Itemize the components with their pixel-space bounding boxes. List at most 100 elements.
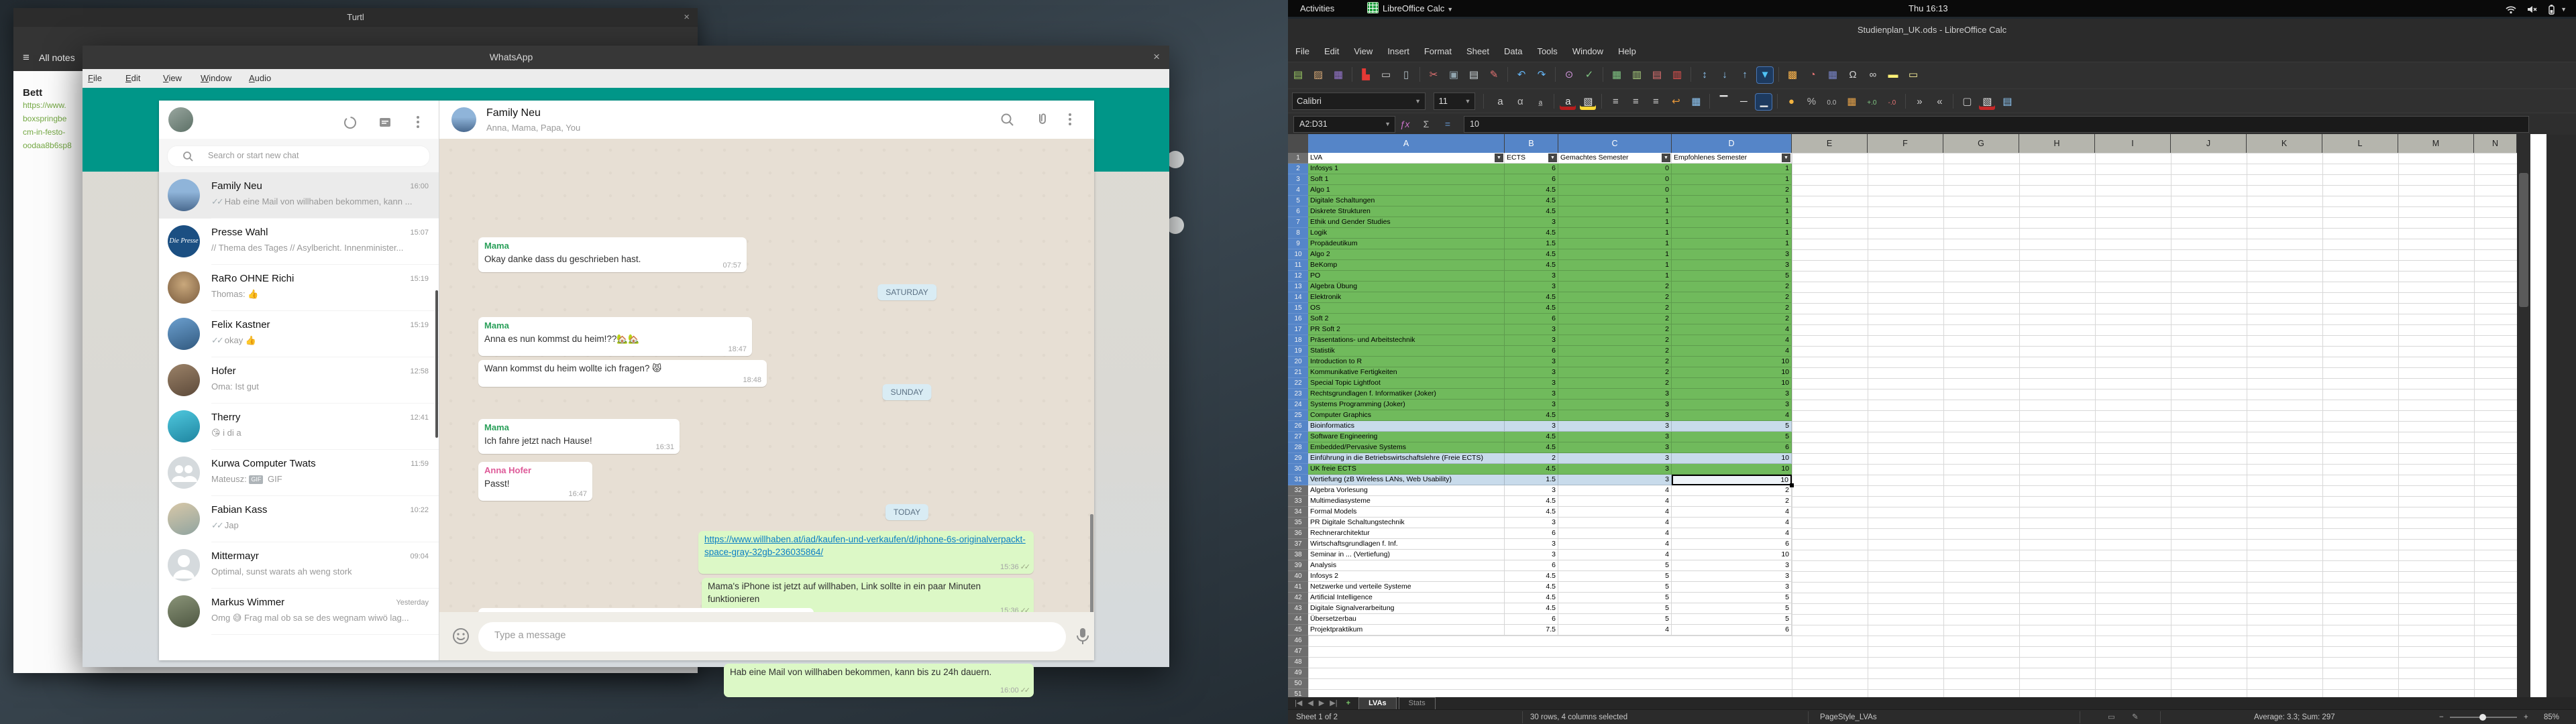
insert-row-icon[interactable]: ▤: [1649, 67, 1665, 83]
sheet-nav-button[interactable]: ▶: [1316, 697, 1327, 709]
cell[interactable]: PR Digitale Schaltungstechnik: [1308, 518, 1505, 528]
column-header-B[interactable]: B: [1505, 134, 1558, 153]
cell[interactable]: Diskrete Strukturen: [1308, 206, 1505, 217]
row-header-50[interactable]: 50: [1288, 678, 1308, 689]
menu-edit[interactable]: Edit: [125, 69, 140, 88]
formula-input[interactable]: 10: [1464, 116, 2529, 133]
cell[interactable]: 4: [1558, 550, 1672, 560]
chat-row-family-neu[interactable]: Family Neu16:00✓✓Hab eine Mail von willh…: [159, 172, 439, 219]
menu-help[interactable]: Help: [1611, 42, 1644, 62]
cell[interactable]: 3: [1505, 550, 1558, 560]
percent-icon[interactable]: %: [1803, 94, 1819, 110]
cell[interactable]: Soft 1: [1308, 174, 1505, 185]
background-color-icon[interactable]: ▧: [1979, 94, 1995, 110]
currency-icon[interactable]: ●: [1783, 94, 1799, 110]
cell[interactable]: 1: [1558, 196, 1672, 206]
clock[interactable]: Thu 16:13: [1909, 0, 1948, 17]
column-header-F[interactable]: F: [1868, 134, 1943, 153]
insert-chart-icon[interactable]: ◔: [1805, 67, 1821, 83]
cell[interactable]: Algebra Vorlesung: [1308, 485, 1505, 496]
open-icon[interactable]: ▨: [1310, 67, 1326, 83]
menu-kebab-icon[interactable]: [417, 114, 419, 130]
cell[interactable]: 3: [1672, 560, 1792, 571]
clone-formatting-icon[interactable]: ✎: [1486, 67, 1502, 83]
cell[interactable]: Rechnerarchitektur: [1308, 528, 1505, 539]
cell[interactable]: 1: [1558, 239, 1672, 249]
cell[interactable]: 10: [1672, 464, 1792, 475]
column-header-C[interactable]: C: [1558, 134, 1672, 153]
undo-icon[interactable]: ↶: [1513, 67, 1529, 83]
autofilter-button[interactable]: ▼: [1782, 154, 1790, 162]
cell[interactable]: 2: [1558, 292, 1672, 303]
cell[interactable]: 1: [1672, 174, 1792, 185]
incoming-message[interactable]: Anna HoferPasst!16:47: [478, 462, 592, 501]
cell[interactable]: 4.5: [1505, 249, 1558, 260]
row-header-2[interactable]: 2: [1288, 164, 1308, 174]
row-header-26[interactable]: 26: [1288, 421, 1308, 432]
header-cell[interactable]: LVA▼: [1308, 153, 1505, 164]
cell[interactable]: 6: [1505, 314, 1558, 324]
cell[interactable]: 4.5: [1505, 196, 1558, 206]
cell[interactable]: 4.5: [1505, 496, 1558, 507]
cell[interactable]: 1: [1558, 206, 1672, 217]
autofilter-button[interactable]: ▼: [1495, 154, 1503, 162]
row-header-33[interactable]: 33: [1288, 496, 1308, 507]
cell[interactable]: 6: [1505, 560, 1558, 571]
row-header-15[interactable]: 15: [1288, 303, 1308, 314]
row-header-4[interactable]: 4: [1288, 185, 1308, 196]
conditional-icon[interactable]: ▤: [1999, 94, 2015, 110]
cell[interactable]: Einführung in die Betriebswirtschaftsleh…: [1308, 453, 1505, 464]
cell[interactable]: 3: [1558, 410, 1672, 421]
cell[interactable]: Bioinformatics: [1308, 421, 1505, 432]
pivot-table-icon[interactable]: ▦: [1825, 67, 1841, 83]
cell[interactable]: 4.5: [1505, 507, 1558, 518]
cell[interactable]: 2: [1558, 335, 1672, 346]
cell[interactable]: 4: [1672, 410, 1792, 421]
menu-insert[interactable]: Insert: [1380, 42, 1417, 62]
selection-stats[interactable]: Average: 3.3; Sum: 297: [2254, 710, 2335, 724]
headers-footers-icon[interactable]: ▭: [1905, 67, 1921, 83]
cell[interactable]: 3: [1672, 400, 1792, 410]
cell[interactable]: 3: [1505, 324, 1558, 335]
cell[interactable]: 2: [1672, 282, 1792, 292]
outgoing-message[interactable]: https://www.willhaben.at/iad/kaufen-und-…: [698, 531, 1034, 574]
row-header-13[interactable]: 13: [1288, 282, 1308, 292]
cell[interactable]: 1: [1558, 260, 1672, 271]
sheet-tab-stats[interactable]: Stats: [1399, 697, 1436, 710]
row-header-23[interactable]: 23: [1288, 389, 1308, 400]
sort-descending-icon[interactable]: ↓: [1717, 67, 1733, 83]
menu-kebab-icon[interactable]: [1069, 111, 1071, 127]
cell[interactable]: 3: [1558, 421, 1672, 432]
cell[interactable]: 1.5: [1505, 475, 1558, 485]
column-header-N[interactable]: N: [2474, 134, 2517, 153]
row-header-36[interactable]: 36: [1288, 528, 1308, 539]
sort-ascending-icon[interactable]: ↑: [1737, 67, 1753, 83]
cell[interactable]: 10: [1672, 378, 1792, 389]
vertical-scrollbar[interactable]: [2517, 134, 2530, 697]
cell[interactable]: Computer Graphics: [1308, 410, 1505, 421]
column-header-J[interactable]: J: [2171, 134, 2247, 153]
chat-row-therry[interactable]: Therry12:41😘 i di a: [159, 404, 439, 450]
row-header-34[interactable]: 34: [1288, 507, 1308, 518]
decrease-indent-icon[interactable]: «: [1931, 94, 1947, 110]
column-header-D[interactable]: D: [1672, 134, 1792, 153]
cell[interactable]: 5: [1558, 571, 1672, 582]
cell[interactable]: 5: [1672, 421, 1792, 432]
row-header-27[interactable]: 27: [1288, 432, 1308, 442]
zoom-out-button[interactable]: −: [2439, 710, 2444, 724]
cell[interactable]: 4.5: [1505, 260, 1558, 271]
cell[interactable]: 2: [1558, 357, 1672, 367]
cell[interactable]: Algebra Übung: [1308, 282, 1505, 292]
row-header-31[interactable]: 31: [1288, 475, 1308, 485]
font-name-select[interactable]: Calibri▼: [1292, 93, 1426, 110]
cell[interactable]: 4.5: [1505, 603, 1558, 614]
cell[interactable]: 10: [1672, 550, 1792, 560]
cell[interactable]: 5: [1672, 603, 1792, 614]
cell[interactable]: Embedded/Pervasive Systems: [1308, 442, 1505, 453]
font-size-select[interactable]: 11▼: [1434, 93, 1475, 110]
row-header-11[interactable]: 11: [1288, 260, 1308, 271]
cell[interactable]: Statistik: [1308, 346, 1505, 357]
column-header-M[interactable]: M: [2398, 134, 2474, 153]
cell[interactable]: 10: [1672, 367, 1792, 378]
menu-window[interactable]: Window: [1565, 42, 1611, 62]
